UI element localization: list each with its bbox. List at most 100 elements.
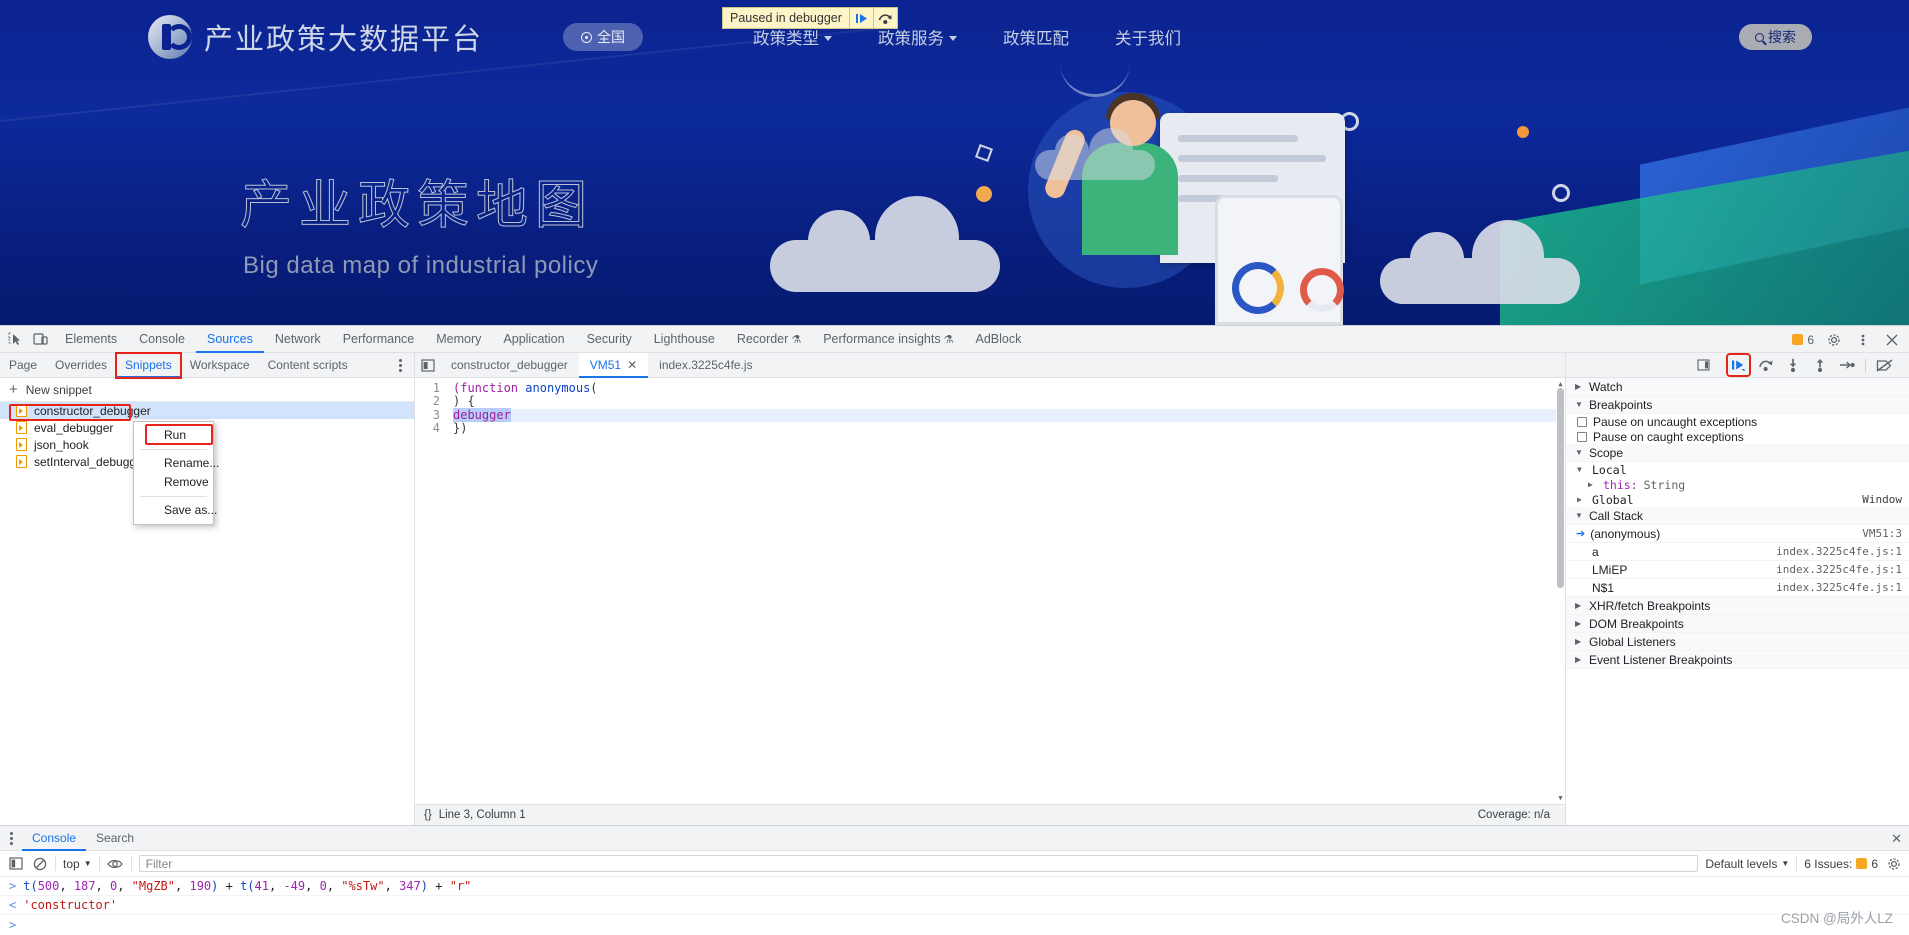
drawer-tab-console[interactable]: Console — [22, 826, 86, 851]
scroll-down-arrow-icon[interactable]: ▼ — [1557, 794, 1564, 802]
console-levels-selector[interactable]: Default levels ▼ — [1705, 857, 1789, 871]
show-debugger-sidebar-icon[interactable] — [1693, 355, 1714, 375]
live-expression-eye-icon[interactable] — [107, 855, 124, 872]
site-search-button[interactable]: 搜索 — [1739, 24, 1812, 50]
section-scope[interactable]: ▼ Scope — [1566, 444, 1909, 462]
console-prompt-line[interactable]: > — [0, 915, 1909, 934]
issues-label: 6 Issues: — [1804, 856, 1853, 871]
new-snippet-button[interactable]: + New snippet — [0, 378, 414, 402]
step-into-button[interactable] — [1782, 355, 1803, 375]
console-output: > t(500, 187, 0, "MgZB", 190) + t(41, -4… — [0, 877, 1909, 935]
tab-adblock[interactable]: AdBlock — [964, 326, 1032, 353]
scope-local-row[interactable]: ▼ Local — [1566, 462, 1909, 477]
context-menu-item-run[interactable]: Run — [134, 426, 213, 445]
pause-on-caught-exceptions-row[interactable]: Pause on caught exceptions — [1566, 429, 1909, 444]
show-navigator-icon[interactable] — [415, 353, 440, 378]
navigator-more-options-icon[interactable] — [392, 356, 408, 375]
tab-performance-insights[interactable]: Performance insights ⚗ — [812, 326, 964, 353]
context-menu-item-save-as[interactable]: Save as... — [134, 501, 217, 520]
tab-console[interactable]: Console — [128, 326, 196, 353]
console-context-selector[interactable]: top ▼ — [63, 857, 92, 871]
console-result-value: 'constructor' — [23, 898, 118, 912]
tab-elements[interactable]: Elements — [54, 326, 128, 353]
console-issues-badge[interactable]: 6 Issues: 6 — [1804, 857, 1878, 871]
code-editor[interactable]: 1 2 3 4 (function anonymous( ) { debugge… — [415, 378, 1565, 804]
snippet-item-constructor-debugger[interactable]: constructor_debugger — [0, 402, 414, 419]
scroll-up-arrow-icon[interactable]: ▲ — [1557, 380, 1564, 388]
site-logo[interactable]: 产业政策大数据平台 — [148, 15, 483, 59]
device-toolbar-icon[interactable] — [27, 326, 54, 353]
nav-item-about-us[interactable]: 关于我们 — [1115, 25, 1181, 49]
editor-tab-vm51[interactable]: VM51 ✕ — [578, 352, 649, 378]
checkbox-label: Pause on caught exceptions — [1593, 429, 1744, 444]
clear-console-icon[interactable] — [31, 855, 48, 872]
editor-scrollbar[interactable]: ▲ ▼ — [1556, 378, 1565, 804]
tab-sources[interactable]: Sources — [196, 326, 264, 353]
subtab-workspace[interactable]: Workspace — [181, 353, 259, 378]
code-line-2: ) { — [453, 394, 475, 409]
scope-this-row[interactable]: ▶ this: String — [1566, 477, 1909, 492]
tab-application[interactable]: Application — [492, 326, 575, 353]
subtab-snippets[interactable]: Snippets — [115, 351, 182, 379]
section-dom-breakpoints[interactable]: ▶ DOM Breakpoints — [1566, 615, 1909, 633]
subtab-overrides[interactable]: Overrides — [46, 353, 116, 378]
tab-recorder[interactable]: Recorder ⚗ — [726, 326, 812, 353]
call-stack-row-a[interactable]: a index.3225c4fe.js:1 — [1566, 543, 1909, 561]
nav-item-policy-match[interactable]: 政策匹配 — [1003, 25, 1069, 49]
section-breakpoints[interactable]: ▼ Breakpoints — [1566, 396, 1909, 414]
location-pin-icon — [581, 31, 593, 43]
context-menu-item-remove[interactable]: Remove — [134, 473, 213, 492]
inspect-element-icon[interactable] — [0, 326, 27, 353]
call-stack-row-lmiep[interactable]: LMiEP index.3225c4fe.js:1 — [1566, 561, 1909, 579]
console-expression: t(500, 187, 0, "MgZB", 190) + t(41, -49,… — [23, 879, 472, 893]
pretty-print-icon[interactable]: {} — [424, 809, 432, 821]
scope-global-row[interactable]: ▶ Global Window — [1566, 492, 1909, 507]
tab-lighthouse[interactable]: Lighthouse — [643, 326, 726, 353]
section-global-listeners[interactable]: ▶ Global Listeners — [1566, 633, 1909, 651]
settings-gear-icon[interactable] — [1820, 326, 1847, 353]
close-tab-icon[interactable]: ✕ — [627, 353, 637, 378]
scrollbar-thumb[interactable] — [1557, 388, 1564, 588]
console-settings-gear-icon[interactable] — [1885, 855, 1902, 872]
drawer-more-options-icon[interactable] — [0, 826, 22, 851]
close-devtools-icon[interactable] — [1878, 326, 1905, 353]
section-xhr-fetch-breakpoints[interactable]: ▶ XHR/fetch Breakpoints — [1566, 597, 1909, 615]
region-selector-button[interactable]: 全国 — [563, 23, 644, 51]
cursor-position: Line 3, Column 1 — [438, 809, 526, 821]
section-call-stack[interactable]: ▼ Call Stack — [1566, 507, 1909, 525]
deactivate-breakpoints-button[interactable] — [1874, 355, 1895, 375]
step-over-button[interactable] — [1755, 355, 1776, 375]
close-drawer-icon[interactable]: ✕ — [1891, 831, 1902, 847]
illustration-ring-blue — [1232, 262, 1284, 314]
subtab-content-scripts[interactable]: Content scripts — [259, 353, 357, 378]
chevron-right-icon: ▶ — [1575, 655, 1582, 664]
editor-status-bar: {} Line 3, Column 1 Coverage: n/a — [415, 804, 1565, 825]
call-stack-row-anonymous[interactable]: ➔ (anonymous) VM51:3 — [1566, 525, 1909, 543]
pause-on-uncaught-exceptions-row[interactable]: Pause on uncaught exceptions — [1566, 414, 1909, 429]
issue-warning-icon — [1856, 858, 1868, 869]
console-sidebar-icon[interactable] — [7, 855, 24, 872]
section-watch[interactable]: ▶ Watch — [1566, 378, 1909, 396]
call-stack-row-n1[interactable]: N$1 index.3225c4fe.js:1 — [1566, 579, 1909, 597]
section-event-listener-breakpoints[interactable]: ▶ Event Listener Breakpoints — [1566, 651, 1909, 669]
resume-script-icon[interactable] — [848, 8, 873, 28]
resume-script-button[interactable] — [1726, 353, 1751, 377]
subtab-page[interactable]: Page — [0, 353, 46, 378]
more-options-icon[interactable] — [1849, 326, 1876, 353]
tab-performance[interactable]: Performance — [332, 326, 426, 353]
step-out-button[interactable] — [1809, 355, 1830, 375]
checkbox-caught-exceptions[interactable] — [1577, 431, 1587, 442]
drawer-tab-search[interactable]: Search — [86, 826, 144, 851]
context-menu-item-rename[interactable]: Rename... — [134, 454, 219, 473]
step-button[interactable] — [1836, 355, 1857, 375]
checkbox-uncaught-exceptions[interactable] — [1577, 416, 1587, 427]
issues-count: 6 — [1807, 332, 1814, 347]
editor-tab-index-js[interactable]: index.3225c4fe.js — [648, 353, 763, 378]
tab-security[interactable]: Security — [576, 326, 643, 353]
console-filter-input[interactable]: Filter — [138, 855, 1699, 872]
editor-tab-constructor-debugger[interactable]: constructor_debugger — [440, 353, 579, 378]
tab-network[interactable]: Network — [264, 326, 332, 353]
issues-badge[interactable]: 6 — [1788, 333, 1818, 347]
step-over-icon[interactable] — [872, 8, 897, 28]
tab-memory[interactable]: Memory — [425, 326, 492, 353]
